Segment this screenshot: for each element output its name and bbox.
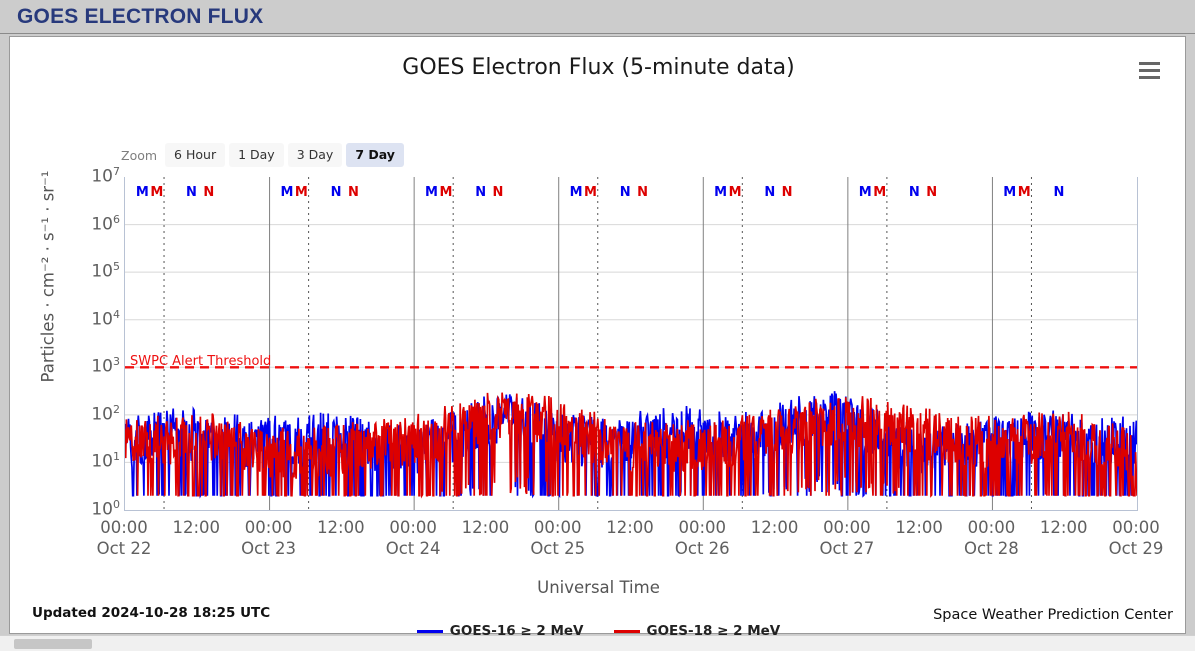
hamburger-menu-icon[interactable] — [1136, 58, 1162, 84]
zoom-button-7-day[interactable]: 7 Day — [346, 143, 404, 167]
crossing-marker-m: M — [569, 185, 583, 200]
x-axis-tick: 00:00 Oct 29 — [1108, 518, 1164, 558]
chart-card: GOES Electron Flux (5-minute data) Zoom … — [9, 36, 1186, 639]
crossing-marker-m: M — [280, 185, 294, 200]
credit-text: Space Weather Prediction Center — [933, 607, 1173, 623]
crossing-marker-n: N — [781, 185, 793, 200]
y-axis-tick: 102 — [91, 402, 120, 425]
hamburger-bar — [1138, 76, 1160, 79]
crossing-marker-n: N — [637, 185, 649, 200]
crossing-marker-n: N — [1053, 185, 1065, 200]
y-axis-label: Particles · cm⁻² · s⁻¹ · sr⁻¹ — [38, 170, 58, 383]
y-axis-tick: 106 — [91, 212, 120, 235]
hamburger-bar — [1138, 62, 1160, 65]
page-title: GOES ELECTRON FLUX — [17, 5, 264, 28]
crossing-marker-n: N — [330, 185, 342, 200]
crossing-marker-n: N — [186, 185, 197, 200]
horizontal-scrollbar[interactable] — [0, 635, 1195, 651]
zoom-button-1-day[interactable]: 1 Day — [229, 143, 284, 167]
zoom-control: Zoom 6 Hour 1 Day 3 Day 7 Day — [121, 143, 408, 167]
legend-swatch-goes16 — [416, 629, 443, 633]
page-root: GOES ELECTRON FLUX GOES Electron Flux (5… — [0, 0, 1195, 651]
plot-area[interactable]: MMNNMMNNMMNNMMNNMMNNMMNNMMN — [124, 177, 1138, 511]
crossing-marker-m: M — [150, 185, 164, 200]
y-axis-tick: 101 — [91, 450, 120, 473]
x-axis-label: Universal Time — [537, 578, 660, 597]
crossing-marker-m: M — [425, 185, 438, 200]
header-bar: GOES ELECTRON FLUX — [0, 0, 1195, 34]
crossing-marker-m: M — [439, 185, 453, 200]
x-axis-ticks: 00:00 Oct 22 12:00 00:00 Oct 23 12:00 00:00 Oct… — [97, 517, 1164, 565]
crossing-marker-m: M — [1003, 185, 1017, 200]
crossing-marker-m: M — [1017, 185, 1031, 200]
crossing-marker-m: M — [135, 185, 149, 200]
y-axis-tick: 104 — [91, 307, 120, 330]
crossing-marker-m: M — [728, 185, 742, 200]
chart-title: GOES Electron Flux (5-minute data) — [402, 55, 795, 80]
flux-plot-svg — [125, 177, 1137, 510]
crossing-marker-n: N — [926, 185, 938, 200]
crossing-marker-m: M — [714, 185, 728, 200]
zoom-button-3-day[interactable]: 3 Day — [287, 143, 343, 167]
threshold-label: SWPC Alert Threshold — [130, 354, 272, 369]
zoom-label: Zoom — [121, 147, 158, 163]
y-axis-tick: 107 — [91, 165, 120, 187]
y-axis-tick: 105 — [91, 260, 120, 282]
zoom-button-6-hour[interactable]: 6 Hour — [165, 143, 226, 167]
crossing-marker-m: M — [858, 185, 872, 200]
crossing-marker-n: N — [908, 185, 920, 200]
updated-timestamp: Updated 2024-10-28 18:25 UTC — [32, 605, 271, 621]
crossing-marker-n: N — [764, 185, 776, 200]
crossing-marker-m: M — [294, 185, 308, 200]
crossing-marker-n: N — [475, 185, 487, 200]
crossing-marker-n: N — [203, 185, 215, 200]
crossing-marker-n: N — [619, 185, 631, 200]
crossing-marker-n: N — [492, 185, 504, 200]
crossing-marker-m: M — [873, 185, 887, 200]
crossing-marker-m: M — [584, 185, 597, 200]
y-axis-tick: 103 — [91, 355, 120, 377]
scrollbar-thumb[interactable] — [14, 639, 92, 649]
legend-swatch-goes18 — [613, 629, 640, 633]
crossing-marker-n: N — [347, 185, 359, 200]
hamburger-bar — [1138, 69, 1160, 72]
